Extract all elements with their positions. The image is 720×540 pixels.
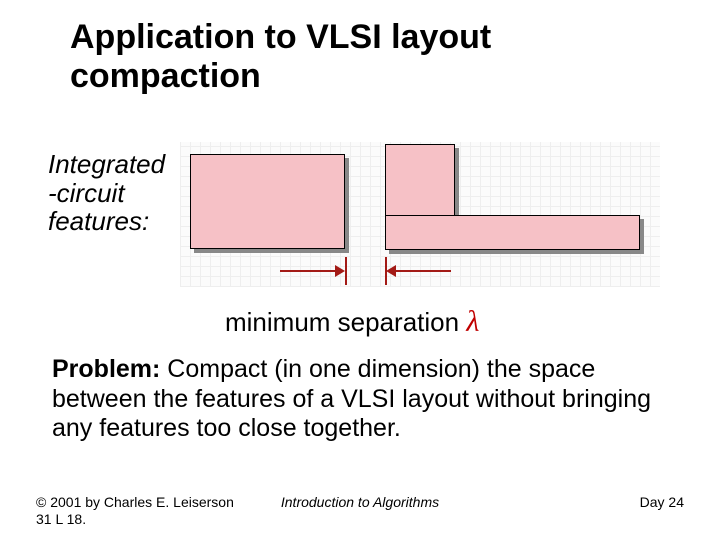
footer-right: Day 24 xyxy=(640,494,684,510)
feature-body xyxy=(190,154,345,249)
problem-lead: Problem: xyxy=(52,355,160,383)
tick-left xyxy=(345,257,347,285)
slide-title: Application to VLSI layout compaction xyxy=(70,18,491,96)
copyright-l2: 31 L 18. xyxy=(36,511,86,527)
features-label: Integrated -circuit features: xyxy=(48,150,165,236)
footer-center: Introduction to Algorithms xyxy=(36,494,684,510)
feature-rectangle xyxy=(190,154,345,249)
lambda-symbol: λ xyxy=(466,305,479,338)
min-separation-caption: minimum separation λ xyxy=(225,305,479,339)
vlsi-diagram xyxy=(180,142,660,287)
arrowhead-right-icon xyxy=(335,265,345,277)
arrowhead-left-icon xyxy=(386,265,396,277)
slide: Application to VLSI layout compaction In… xyxy=(0,0,720,540)
features-label-l3: features: xyxy=(48,206,149,236)
footer: © 2001 by Charles E. Leiserson 31 L 18. … xyxy=(36,494,684,528)
arrow-right-line xyxy=(396,270,451,272)
title-line-1: Application to VLSI layout xyxy=(70,18,491,56)
features-label-l1: Integrated xyxy=(48,149,165,179)
features-label-l2: -circuit xyxy=(48,178,125,208)
arrow-left-line xyxy=(280,270,335,272)
min-sep-text: minimum separation xyxy=(225,307,459,337)
title-line-2: compaction xyxy=(70,57,261,95)
feature-l-join xyxy=(386,216,453,249)
problem-statement: Problem: Compact (in one dimension) the … xyxy=(52,355,667,444)
